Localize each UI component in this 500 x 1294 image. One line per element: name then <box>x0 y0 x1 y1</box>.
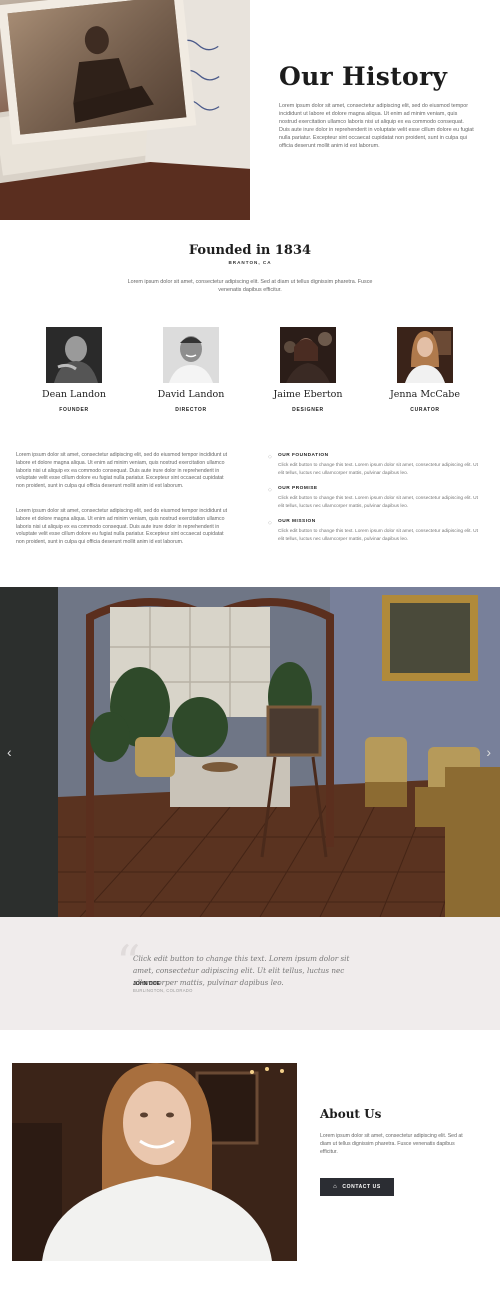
old-photos-image <box>0 0 250 220</box>
home-icon: ⌂ <box>333 1184 338 1190</box>
founded-location: BRANTON, CA <box>228 260 272 265</box>
list-item-text: Click edit button to change this text. L… <box>278 463 478 476</box>
slider-next-arrow[interactable]: › <box>486 744 491 760</box>
member-role: DESIGNER <box>292 407 324 413</box>
member-role: CURATOR <box>410 407 440 413</box>
testimonial-author: JOHN DOE <box>133 981 161 987</box>
member-name: Dean Landon <box>41 389 107 400</box>
list-item-title: OUR PROMISE <box>278 486 318 491</box>
member-role: FOUNDER <box>59 407 89 413</box>
list-item-text: Click edit button to change this text. L… <box>278 496 478 509</box>
slider-prev-arrow[interactable]: ‹ <box>7 744 12 760</box>
chevron-icon: ◇ <box>268 487 272 493</box>
team-member: Jenna McCabe CURATOR <box>366 327 484 413</box>
member-name: Jenna McCabe <box>389 389 461 400</box>
member-role: DIRECTOR <box>175 407 207 413</box>
founded-text: Lorem ipsum dolor sit amet, consectetur … <box>127 279 373 293</box>
team-member: Jaime Eberton DESIGNER <box>249 327 367 413</box>
page-title: Our History <box>279 62 448 91</box>
portrait-image <box>12 1063 297 1261</box>
team-member: David Landon DIRECTOR <box>132 327 250 413</box>
about-title: About Us <box>320 1107 382 1121</box>
contact-us-label: CONTACT US <box>342 1184 381 1190</box>
chevron-icon: ◇ <box>268 520 272 526</box>
member-name: David Landon <box>157 389 225 400</box>
interior-room-image <box>0 587 500 917</box>
list-item-title: OUR FOUNDATION <box>278 453 329 458</box>
contact-us-button[interactable]: ⌂ CONTACT US <box>320 1178 394 1196</box>
member-photo <box>280 327 336 383</box>
about-text: Lorem ipsum dolor sit amet, consectetur … <box>320 1133 463 1155</box>
list-item-text: Click edit button to change this text. L… <box>278 529 478 542</box>
member-photo <box>163 327 219 383</box>
history-section: Our History Lorem ipsum dolor sit amet, … <box>0 0 500 222</box>
testimonial-section: “ Click edit button to change this text.… <box>0 917 500 1030</box>
member-photo <box>46 327 102 383</box>
testimonial-location: BURLINGTON, COLORADO <box>133 988 193 993</box>
image-slider[interactable]: ‹ › <box>0 587 500 917</box>
chevron-icon: ◇ <box>268 454 272 460</box>
member-name: Jaime Eberton <box>273 389 343 400</box>
team-member: Dean Landon FOUNDER <box>15 327 133 413</box>
body-paragraph: Lorem ipsum dolor sit amet, consectetur … <box>16 452 228 490</box>
founded-title: Founded in 1834 <box>188 243 312 258</box>
slider-pagination <box>0 909 500 917</box>
list-item-title: OUR MISSION <box>278 519 316 524</box>
member-photo <box>397 327 453 383</box>
history-text: Lorem ipsum dolor sit amet, consectetur … <box>279 103 474 149</box>
body-paragraph: Lorem ipsum dolor sit amet, consectetur … <box>16 508 228 546</box>
testimonial-text: Click edit button to change this text. L… <box>133 954 350 987</box>
